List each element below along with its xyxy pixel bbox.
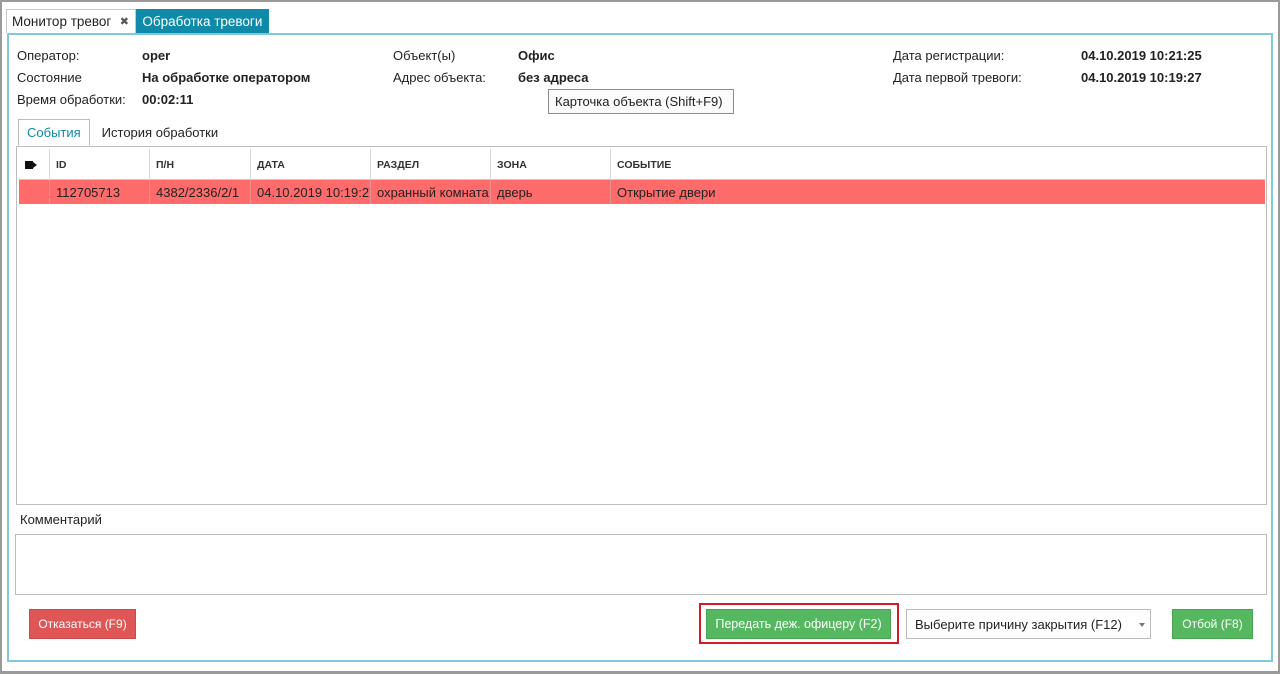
processing-time-value: 00:02:11	[142, 92, 194, 107]
column-header-id[interactable]: ID	[50, 149, 150, 180]
operator-label: Оператор:	[17, 48, 80, 63]
cell-id: 112705713	[50, 180, 150, 204]
state-value: На обработке оператором	[142, 70, 311, 85]
tab-alarm-monitor-label: Монитор тревог	[12, 14, 112, 29]
comment-field[interactable]	[15, 534, 1267, 595]
close-reason-select-value: Выберите причину закрытия (F12)	[915, 616, 1122, 632]
column-header-section[interactable]: РАЗДЕЛ	[371, 149, 491, 180]
table-row[interactable]: 112705713 4382/2336/2/1 04.10.2019 10:19…	[19, 180, 1265, 204]
close-reason-select[interactable]: Выберите причину закрытия (F12)	[906, 609, 1151, 639]
first-alarm-date-value: 04.10.2019 10:19:27	[1081, 70, 1202, 85]
hangup-button[interactable]: Отбой (F8)	[1172, 609, 1253, 639]
tab-alarm-processing-label: Обработка тревоги	[142, 13, 263, 29]
table-header: ID П/Н ДАТА РАЗДЕЛ ЗОНА СОБЫТИЕ	[19, 149, 1265, 180]
tab-processing-history[interactable]: История обработки	[90, 119, 230, 146]
column-header-date[interactable]: ДАТА	[251, 149, 371, 180]
column-header-event[interactable]: СОБЫТИЕ	[611, 149, 1265, 180]
column-header-zone[interactable]: ЗОНА	[491, 149, 611, 180]
object-value[interactable]: Офис	[518, 48, 555, 63]
object-card-tooltip: Карточка объекта (Shift+F9)	[548, 89, 734, 114]
cell-event: Открытие двери	[617, 184, 716, 200]
cell-camera	[19, 180, 50, 204]
object-label: Объект(ы)	[393, 48, 456, 63]
tab-alarm-monitor[interactable]: Монитор тревог ✖	[6, 9, 137, 33]
column-header-camera[interactable]	[19, 149, 50, 180]
document-tabbar: Монитор тревог ✖ Обработка тревоги	[6, 9, 270, 33]
cell-section: охранный комната	[371, 180, 491, 204]
camera-icon	[25, 160, 37, 169]
tab-alarm-processing[interactable]: Обработка тревоги	[136, 9, 270, 33]
cell-date: 04.10.2019 10:19:27	[251, 180, 371, 204]
registration-date-value: 04.10.2019 10:21:25	[1081, 48, 1202, 63]
operator-value: oper	[142, 48, 171, 63]
cell-pn: 4382/2336/2/1	[150, 180, 251, 204]
comment-label: Комментарий	[20, 512, 102, 527]
registration-date-label: Дата регистрации:	[893, 48, 1005, 63]
tab-events[interactable]: События	[18, 119, 90, 146]
events-table: ID П/Н ДАТА РАЗДЕЛ ЗОНА СОБЫТИЕ 11270571…	[16, 146, 1267, 505]
transfer-to-officer-button[interactable]: Передать деж. офицеру (F2)	[706, 609, 891, 639]
state-label: Состояние	[17, 70, 82, 85]
close-icon[interactable]: ✖	[119, 15, 129, 28]
detail-tabs: События История обработки	[18, 119, 230, 146]
chevron-down-icon	[1139, 623, 1145, 627]
processing-time-label: Время обработки:	[17, 92, 126, 107]
first-alarm-date-label: Дата первой тревоги:	[893, 70, 1022, 85]
address-label: Адрес объекта:	[393, 70, 486, 85]
cell-zone: дверь	[491, 180, 611, 204]
column-header-pn[interactable]: П/Н	[150, 149, 251, 180]
refuse-button[interactable]: Отказаться (F9)	[29, 609, 136, 639]
address-value: без адреса	[518, 70, 589, 85]
